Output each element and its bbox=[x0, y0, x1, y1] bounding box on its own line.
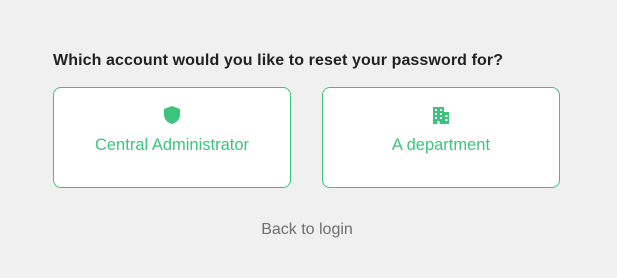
central-administrator-option[interactable]: Central Administrator bbox=[53, 87, 291, 188]
option-label: A department bbox=[391, 136, 491, 154]
reset-password-chooser: Which account would you like to reset yo… bbox=[0, 0, 617, 278]
back-to-login-link[interactable]: Back to login bbox=[0, 221, 614, 239]
building-icon bbox=[433, 107, 449, 124]
page-title: Which account would you like to reset yo… bbox=[53, 52, 504, 69]
department-option[interactable]: A department bbox=[322, 87, 560, 188]
option-label: Central Administrator bbox=[94, 136, 250, 154]
shield-icon bbox=[164, 106, 180, 124]
